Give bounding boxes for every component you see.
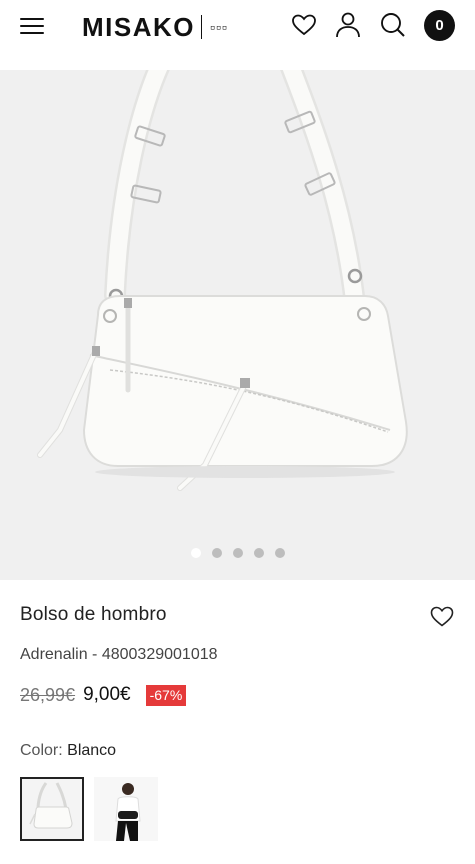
cart-icon[interactable]: 0 bbox=[424, 10, 455, 41]
old-price: 26,99€ bbox=[20, 684, 76, 705]
price-row: 26,99€ 9,00€ -67% bbox=[20, 684, 187, 706]
discount-badge: -67% bbox=[145, 684, 187, 706]
product-code: 4800329001018 bbox=[101, 646, 218, 663]
gallery-dot[interactable] bbox=[232, 548, 243, 558]
brand-logo[interactable]: MISAKO ▫▫▫ bbox=[82, 12, 228, 42]
current-price: 9,00€ bbox=[83, 684, 131, 705]
product-reference: Adrenalin - 4800329001018 bbox=[20, 646, 218, 664]
brand-name: MISAKO bbox=[82, 11, 195, 42]
color-label-row: Color: Blanco bbox=[20, 742, 116, 760]
brand-divider bbox=[201, 15, 202, 39]
heart-icon[interactable] bbox=[290, 11, 318, 39]
search-icon[interactable] bbox=[379, 11, 407, 39]
gallery-dot[interactable] bbox=[190, 548, 201, 558]
bag-thumbnail-image bbox=[29, 782, 73, 829]
color-label: Color: bbox=[20, 742, 63, 759]
gallery-dot[interactable] bbox=[274, 548, 285, 558]
product-title: Bolso de hombro bbox=[20, 604, 167, 625]
user-icon[interactable] bbox=[334, 11, 362, 39]
brand-subtitle: ▫▫▫ bbox=[210, 19, 228, 35]
variant-thumbnail-model[interactable] bbox=[94, 777, 158, 841]
product-image bbox=[37, 70, 408, 491]
header: MISAKO ▫▫▫ 0 bbox=[0, 0, 475, 52]
gallery-dot[interactable] bbox=[253, 548, 264, 558]
model-thumbnail-image bbox=[115, 783, 141, 841]
product-brand: Adrenalin bbox=[20, 646, 88, 663]
cart-count: 0 bbox=[435, 17, 444, 34]
gallery-pagination bbox=[0, 548, 475, 558]
wishlist-heart-icon[interactable] bbox=[429, 604, 455, 628]
reference-separator: - bbox=[87, 646, 102, 663]
gallery-dot[interactable] bbox=[211, 548, 222, 558]
variant-thumbnail-selected[interactable] bbox=[20, 777, 84, 841]
product-gallery[interactable] bbox=[0, 70, 475, 580]
color-value: Blanco bbox=[67, 742, 117, 759]
menu-icon[interactable] bbox=[20, 16, 44, 36]
